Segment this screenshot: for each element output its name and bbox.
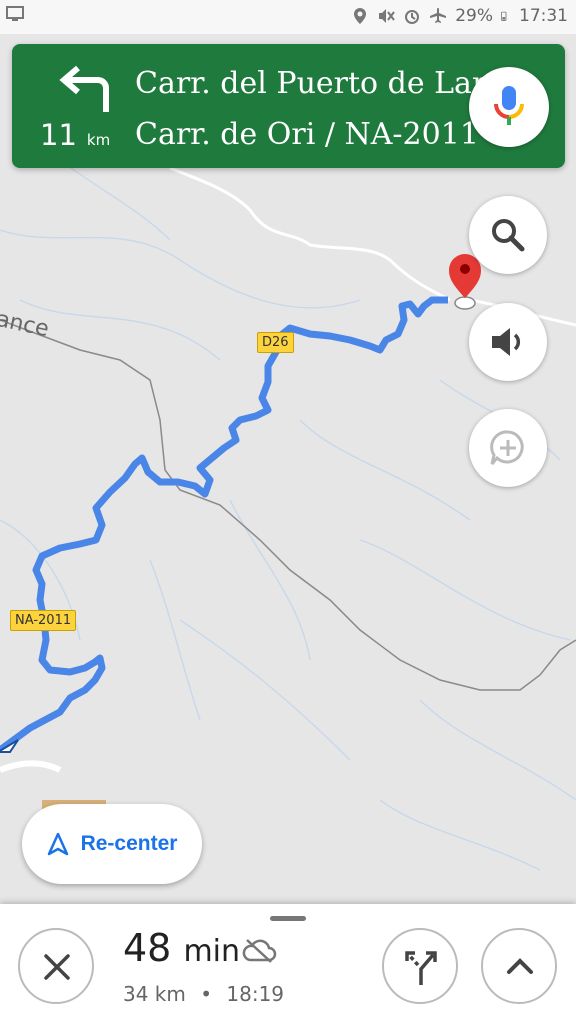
battery-icon [501,11,507,21]
distance-unit: km [86,131,111,149]
voice-search-button[interactable] [469,67,549,147]
exit-navigation-button[interactable] [18,928,94,1004]
mute-icon [379,9,396,23]
search-button[interactable] [469,196,547,274]
navigation-header[interactable]: 11 km Carr. del Puerto de Larrau Carr. d… [12,44,565,168]
close-icon [44,954,70,980]
road-label-d26: D26 [257,332,294,353]
turn-left-icon [59,65,109,112]
mic-icon [494,86,524,125]
trip-summary-panel[interactable]: 48 min 34 km • 18:19 [0,904,576,1024]
alternate-routes-button[interactable] [382,928,458,1004]
chevron-up-icon [507,958,533,974]
location-icon [354,8,367,24]
duration-unit: min [183,934,241,969]
add-report-icon [490,430,524,465]
screen-icon [6,6,24,21]
trip-distance: 34 km [123,982,186,1006]
recenter-button[interactable]: Re-center [22,804,202,884]
sound-icon [492,328,521,356]
offline-cloud-icon [242,939,277,963]
sound-button[interactable] [469,303,547,381]
road-label-na-2011: NA-2011 [10,610,77,631]
distance-value: 11 [40,118,77,152]
arrival-time: 18:19 [226,982,285,1006]
expand-panel-button[interactable] [481,928,557,1004]
navigation-arrow-icon [47,832,68,856]
search-icon [492,219,525,252]
eta-separator: • [200,982,213,1006]
eta-duration: 48 min [123,926,240,970]
alarm-icon [405,10,420,24]
secondary-street: Carr. de Ori / NA-2011 [135,117,479,152]
fork-routes-icon [405,951,437,985]
battery-percent: 29% [455,6,493,26]
duration-value: 48 [123,926,172,970]
status-bar: 29% 17:31 [0,0,576,34]
status-time: 17:31 [519,6,568,26]
eta-details: 34 km • 18:19 [123,982,284,1006]
add-report-button[interactable] [469,409,547,487]
drag-handle[interactable] [270,916,306,921]
airplane-icon [430,8,447,23]
distance-to-turn: 11 km [40,118,110,152]
recenter-label: Re-center [80,832,178,855]
